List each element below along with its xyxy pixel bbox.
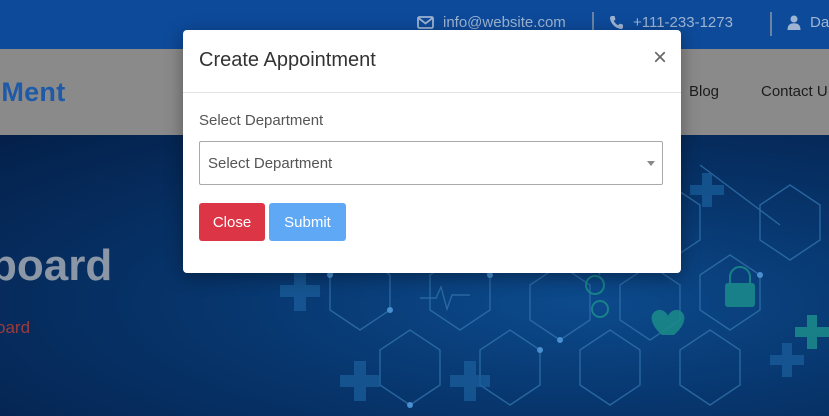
modal-title: Create Appointment — [199, 49, 376, 71]
chevron-down-icon — [647, 161, 655, 166]
modal-header: Create Appointment × — [183, 30, 681, 93]
department-field-label: Select Department — [199, 112, 324, 129]
department-select-value: Select Department — [208, 155, 333, 172]
close-button[interactable]: Close — [199, 203, 265, 241]
submit-button[interactable]: Submit — [269, 203, 346, 241]
department-select[interactable]: Select Department — [199, 141, 663, 185]
close-icon[interactable]: × — [653, 46, 667, 70]
create-appointment-modal: Create Appointment × Select Department S… — [183, 30, 681, 273]
